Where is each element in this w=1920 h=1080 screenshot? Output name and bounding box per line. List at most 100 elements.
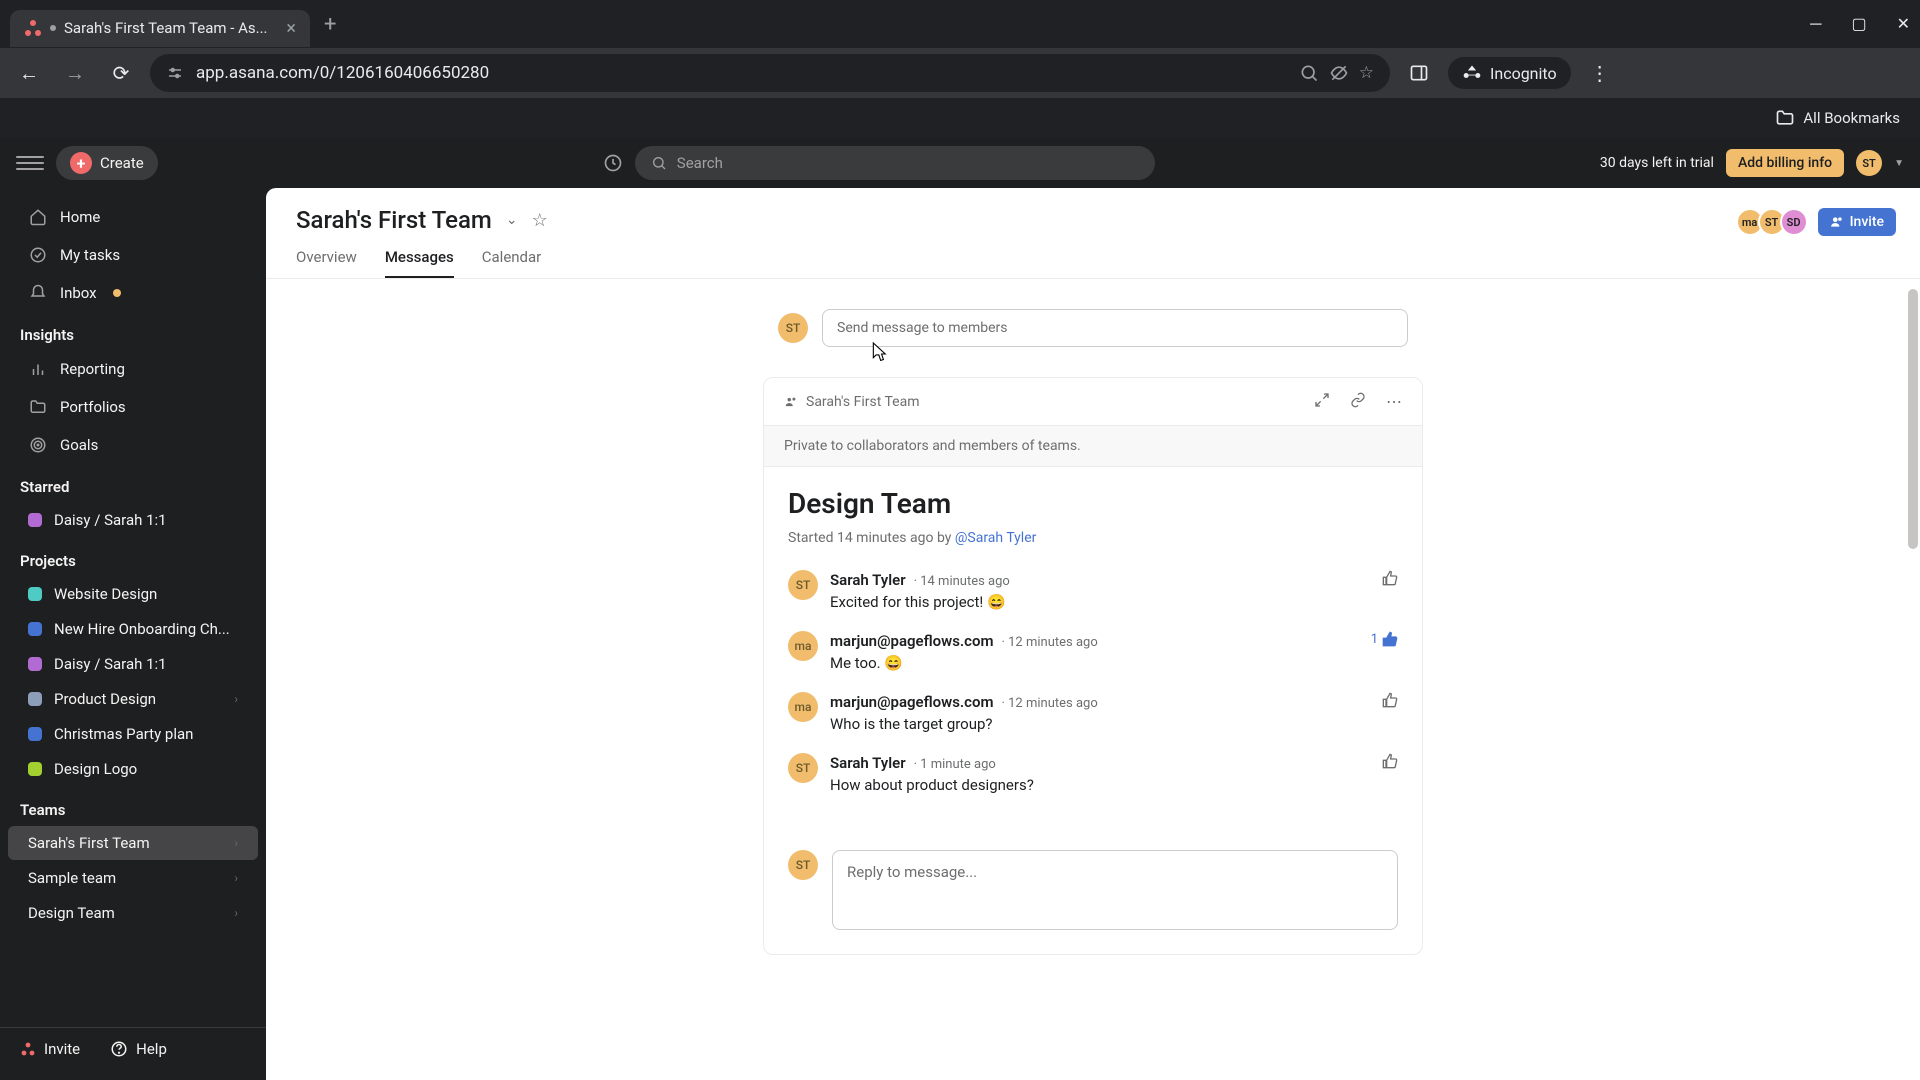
like-button[interactable] xyxy=(1382,570,1398,586)
search-input[interactable]: Search xyxy=(635,146,1155,180)
sidebar-help[interactable]: Help xyxy=(110,1040,167,1058)
scrollbar[interactable] xyxy=(1908,289,1918,549)
sidebar-project-item[interactable]: New Hire Onboarding Ch... xyxy=(8,612,258,646)
sidebar-team-item[interactable]: Sarah's First Team› xyxy=(8,826,258,860)
home-icon xyxy=(28,207,48,227)
message-avatar: ma xyxy=(788,692,818,722)
sidebar-inbox[interactable]: Inbox xyxy=(8,275,258,311)
folder-icon xyxy=(28,397,48,417)
message-avatar: ma xyxy=(788,631,818,661)
sidebar-team-item[interactable]: Design Team› xyxy=(8,896,258,930)
url-text: app.asana.com/0/1206160406650280 xyxy=(196,63,489,83)
close-window-icon[interactable]: ✕ xyxy=(1897,14,1910,34)
project-color-icon xyxy=(28,622,42,636)
project-color-icon xyxy=(28,513,42,527)
message-text: Excited for this project! 😄 xyxy=(830,593,1398,611)
main-panel: Sarah's First Team ⌄ ☆ Overview Messages… xyxy=(266,188,1920,1080)
member-avatar[interactable]: SD xyxy=(1780,208,1808,236)
side-panel-icon[interactable] xyxy=(1402,56,1436,90)
sidebar-invite[interactable]: Invite xyxy=(20,1040,80,1058)
chevron-down-icon[interactable]: ⌄ xyxy=(506,212,518,228)
like-button[interactable]: 1 xyxy=(1371,631,1398,647)
folder-icon xyxy=(1775,108,1795,128)
sidebar-my-tasks[interactable]: My tasks xyxy=(8,237,258,273)
incognito-indicator[interactable]: Incognito xyxy=(1448,57,1571,89)
like-button[interactable] xyxy=(1382,692,1398,708)
sidebar-section-teams: Teams xyxy=(0,787,266,825)
message-author[interactable]: Sarah Tyler xyxy=(830,754,906,772)
message-author[interactable]: marjun@pageflows.com xyxy=(830,693,994,711)
star-icon[interactable]: ☆ xyxy=(532,210,548,231)
people-icon xyxy=(784,395,798,409)
sidebar-reporting[interactable]: Reporting xyxy=(8,351,258,387)
asana-logo-icon xyxy=(22,1043,35,1056)
billing-button[interactable]: Add billing info xyxy=(1726,149,1844,177)
tab-overview[interactable]: Overview xyxy=(296,248,357,278)
sidebar-team-item[interactable]: Sample team› xyxy=(8,861,258,895)
message-author[interactable]: marjun@pageflows.com xyxy=(830,632,994,650)
sidebar-home[interactable]: Home xyxy=(8,199,258,235)
tab-unsaved-dot xyxy=(50,25,56,31)
browser-tab-bar: Sarah's First Team Team - As... × + ─ ▢ … xyxy=(0,0,1920,48)
sidebar-project-item[interactable]: Christmas Party plan xyxy=(8,717,258,751)
zoom-icon[interactable] xyxy=(1299,63,1319,83)
compose-input[interactable]: Send message to members xyxy=(822,309,1408,347)
author-link[interactable]: @Sarah Tyler xyxy=(955,530,1037,546)
expand-icon[interactable] xyxy=(1314,392,1330,411)
history-icon[interactable] xyxy=(603,153,623,173)
message-item: ma marjun@pageflows.com · 12 minutes ago… xyxy=(788,631,1398,672)
sidebar-section-insights: Insights xyxy=(0,312,266,350)
site-settings-icon[interactable] xyxy=(166,64,184,82)
menu-toggle[interactable] xyxy=(16,149,44,177)
message-author[interactable]: Sarah Tyler xyxy=(830,571,906,589)
minimize-icon[interactable]: ─ xyxy=(1810,14,1821,34)
all-bookmarks-link[interactable]: All Bookmarks xyxy=(1803,109,1900,127)
chart-icon xyxy=(28,359,48,379)
unread-indicator xyxy=(113,289,121,297)
browser-menu-icon[interactable]: ⋮ xyxy=(1583,56,1617,90)
more-icon[interactable]: ⋯ xyxy=(1386,392,1402,411)
tab-messages[interactable]: Messages xyxy=(385,248,454,278)
reply-avatar: ST xyxy=(788,850,818,880)
asana-favicon xyxy=(24,19,42,37)
reload-button[interactable]: ⟳ xyxy=(104,56,138,90)
trial-status: 30 days left in trial xyxy=(1600,155,1714,171)
reply-input[interactable]: Reply to message... xyxy=(832,850,1398,930)
message-time: · 1 minute ago xyxy=(914,757,996,772)
sidebar-project-item[interactable]: Daisy / Sarah 1:1 xyxy=(8,647,258,681)
maximize-icon[interactable]: ▢ xyxy=(1851,14,1866,34)
browser-tab[interactable]: Sarah's First Team Team - As... × xyxy=(10,10,310,47)
tab-title: Sarah's First Team Team - As... xyxy=(64,19,278,37)
project-color-icon xyxy=(28,692,42,706)
card-team-label[interactable]: Sarah's First Team xyxy=(806,394,920,410)
sidebar-project-item[interactable]: Design Logo xyxy=(8,752,258,786)
sidebar-project-item[interactable]: Website Design xyxy=(8,577,258,611)
tab-calendar[interactable]: Calendar xyxy=(482,248,542,278)
invite-button[interactable]: Invite xyxy=(1818,208,1896,236)
sidebar-goals[interactable]: Goals xyxy=(8,427,258,463)
user-avatar[interactable]: ST xyxy=(1856,150,1882,176)
tab-close-icon[interactable]: × xyxy=(286,18,296,39)
url-field[interactable]: app.asana.com/0/1206160406650280 ☆ xyxy=(150,54,1390,92)
create-button[interactable]: + Create xyxy=(56,146,158,180)
link-icon[interactable] xyxy=(1350,392,1366,411)
forward-button[interactable]: → xyxy=(58,56,92,90)
url-bar: ← → ⟳ app.asana.com/0/1206160406650280 ☆ xyxy=(0,48,1920,98)
sidebar-project-item[interactable]: Product Design› xyxy=(8,682,258,716)
search-icon xyxy=(651,155,667,171)
sidebar-portfolios[interactable]: Portfolios xyxy=(8,389,258,425)
project-color-icon xyxy=(28,657,42,671)
eye-off-icon[interactable] xyxy=(1329,63,1349,83)
plus-icon: + xyxy=(70,152,92,174)
message-time: · 12 minutes ago xyxy=(1002,635,1098,650)
new-tab-button[interactable]: + xyxy=(324,12,336,37)
back-button[interactable]: ← xyxy=(12,56,46,90)
people-icon xyxy=(1830,215,1844,229)
incognito-icon xyxy=(1462,63,1482,83)
like-button[interactable] xyxy=(1382,753,1398,769)
member-avatars[interactable]: maSTSD xyxy=(1742,208,1808,236)
privacy-banner: Private to collaborators and members of … xyxy=(764,425,1422,467)
sidebar-starred-item[interactable]: Daisy / Sarah 1:1 xyxy=(8,503,258,537)
star-icon[interactable]: ☆ xyxy=(1359,63,1374,83)
chevron-down-icon[interactable]: ▼ xyxy=(1894,158,1904,169)
